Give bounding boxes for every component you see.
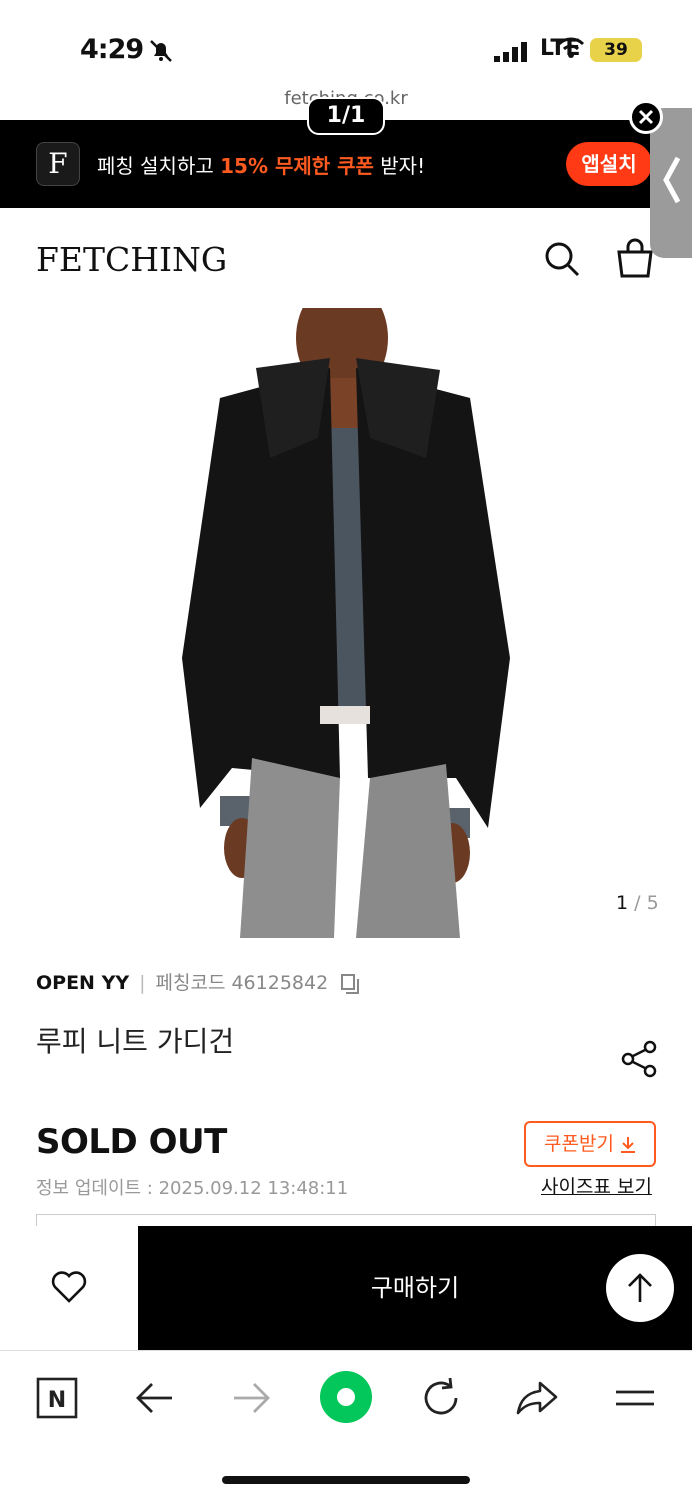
share-arrow-icon[interactable] [512, 1373, 562, 1423]
product-code: 페칭코드 46125842 [155, 972, 329, 994]
search-icon[interactable] [543, 240, 581, 278]
app-logo: F [36, 142, 80, 186]
share-icon[interactable] [620, 1040, 658, 1078]
image-counter: 1 / 5 [616, 892, 659, 914]
signal-icon [494, 42, 527, 62]
status-bar: 4:29 LTE 39 [0, 0, 692, 88]
image-counter-total: / 5 [634, 892, 659, 914]
brand-row: OPEN YY | 페칭코드 46125842 [36, 968, 360, 995]
svg-text:N: N [48, 1388, 66, 1413]
download-icon [620, 1136, 635, 1153]
coupon-label: 쿠폰받기 [544, 1133, 614, 1155]
product-name: 루피 니트 가디건 [36, 1025, 235, 1058]
update-timestamp: 정보 업데이트 : 2025.09.12 13:48:11 [36, 1178, 349, 1199]
wishlist-button[interactable] [0, 1226, 138, 1350]
banner-close-button[interactable] [629, 100, 663, 134]
wifi-icon [557, 37, 585, 58]
size-chart-link[interactable]: 사이즈표 보기 [541, 1172, 652, 1199]
menu-icon[interactable] [610, 1373, 660, 1423]
sold-out-label: SOLD OUT [36, 1122, 227, 1162]
close-icon [638, 109, 654, 125]
naver-home-icon[interactable]: N [32, 1373, 82, 1423]
banner-message: 페칭 설치하고 15% 무제한 쿠폰 받자! [97, 150, 425, 179]
naver-green-dot-icon[interactable] [318, 1369, 374, 1425]
product-photo [182, 280, 510, 938]
get-coupon-button[interactable]: 쿠폰받기 [524, 1121, 656, 1167]
divider: | [139, 972, 146, 994]
battery-indicator: 39 [590, 38, 642, 62]
brand-name[interactable]: OPEN YY [36, 972, 129, 994]
back-arrow-icon[interactable] [130, 1373, 180, 1423]
install-app-button[interactable]: 앱설치 [566, 142, 652, 186]
image-counter-current: 1 [616, 892, 629, 914]
scroll-to-top-button[interactable] [606, 1254, 674, 1322]
refresh-icon[interactable] [416, 1373, 466, 1423]
site-logo[interactable]: FETCHING [36, 240, 227, 279]
arrow-up-icon [628, 1273, 652, 1302]
home-indicator [222, 1476, 470, 1484]
page-counter: 1/1 [307, 97, 385, 135]
silent-bell-icon [150, 40, 172, 62]
banner-text-suffix: 받자! [373, 154, 426, 178]
purchase-bar: 구매하기 [0, 1226, 692, 1350]
forward-arrow-icon[interactable] [226, 1373, 276, 1423]
banner-text-prefix: 페칭 설치하고 [97, 154, 221, 178]
chevron-left-icon [663, 156, 681, 204]
heart-icon [51, 1271, 87, 1303]
banner-text-highlight: 15% 무제한 쿠폰 [220, 154, 374, 178]
product-image[interactable] [0, 280, 692, 938]
copy-icon[interactable] [340, 973, 360, 995]
status-time: 4:29 [80, 34, 144, 65]
